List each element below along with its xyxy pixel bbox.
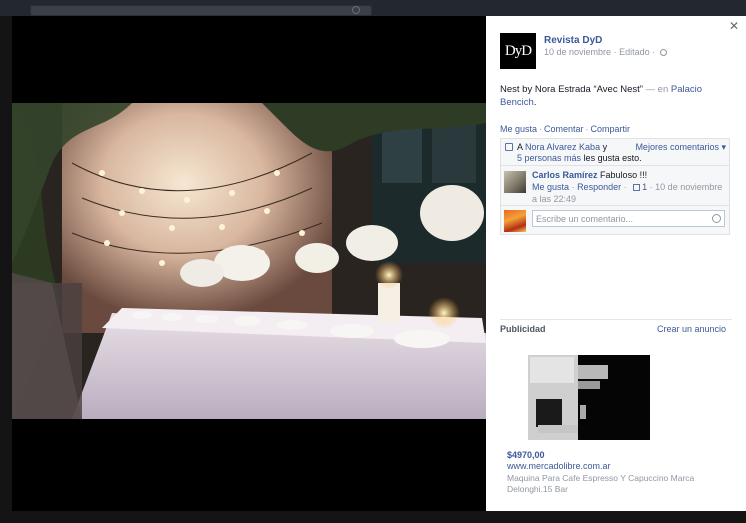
like-button[interactable]: Me gusta bbox=[500, 124, 537, 134]
comment-sort-dropdown[interactable]: Mejores comentarios ▾ bbox=[635, 142, 726, 153]
ads-divider bbox=[500, 319, 732, 320]
comment-button[interactable]: Comentar bbox=[544, 124, 584, 134]
ad-url[interactable]: www.mercadolibre.com.ar bbox=[507, 461, 611, 471]
create-ad-link[interactable]: Crear un anuncio bbox=[657, 324, 726, 334]
search-icon bbox=[352, 6, 360, 14]
sort-label: Mejores comentarios bbox=[635, 142, 719, 152]
photo-stage[interactable] bbox=[12, 16, 486, 511]
thumbs-up-icon bbox=[633, 184, 641, 191]
thumbs-up-icon bbox=[505, 143, 513, 151]
background-topbar bbox=[0, 0, 746, 16]
comment-text: Fabuloso !!! bbox=[600, 170, 648, 180]
comment-input[interactable] bbox=[532, 210, 725, 227]
location-prefix: — en bbox=[645, 84, 669, 95]
globe-icon[interactable] bbox=[659, 49, 667, 56]
comment-like-link[interactable]: Me gusta bbox=[532, 182, 569, 192]
event-photo[interactable] bbox=[12, 103, 486, 419]
ad-price[interactable]: $4970,00 bbox=[507, 450, 545, 460]
smiley-icon[interactable] bbox=[712, 214, 721, 223]
viewer-avatar bbox=[504, 210, 526, 232]
share-button[interactable]: Compartir bbox=[591, 124, 631, 134]
page-name-link[interactable]: Revista DyD bbox=[544, 35, 602, 46]
edited-label[interactable]: Editado bbox=[619, 47, 650, 57]
chevron-down-icon: ▾ bbox=[718, 142, 726, 152]
ads-title: Publicidad bbox=[500, 324, 546, 334]
commenter-avatar[interactable] bbox=[504, 171, 526, 193]
close-icon[interactable]: ✕ bbox=[729, 19, 739, 33]
reply-row bbox=[501, 206, 729, 234]
post-panel: ✕ DyD Revista DyD 10 de noviembre · Edit… bbox=[486, 16, 746, 511]
ad-image[interactable] bbox=[528, 355, 650, 440]
post-date[interactable]: 10 de noviembre bbox=[544, 47, 611, 57]
post-meta: 10 de noviembre · Editado · bbox=[544, 47, 667, 57]
likes-prefix: A bbox=[517, 142, 523, 152]
comment-item: Carlos Ramírez Fabuloso !!! Me gusta · R… bbox=[501, 166, 729, 206]
likes-summary: A Nora Alvarez Kaba y 5 personas más les… bbox=[501, 139, 729, 166]
page-logo[interactable]: DyD bbox=[500, 33, 536, 69]
ad-description[interactable]: Maquina Para Cafe Espresso Y Capuccino M… bbox=[507, 473, 732, 495]
feedback-box: A Nora Alvarez Kaba y 5 personas más les… bbox=[500, 138, 730, 235]
post-caption: Nest by Nora Estrada “Avec Nest” bbox=[500, 84, 643, 95]
likes-conj: y bbox=[602, 142, 608, 152]
liker-link[interactable]: Nora Alvarez Kaba bbox=[525, 142, 600, 152]
background-search-bar bbox=[30, 5, 372, 16]
likes-suffix: les gusta esto. bbox=[583, 153, 642, 163]
post-actions: Me gusta · Comentar · Compartir bbox=[500, 124, 631, 134]
comment-like-count[interactable]: 1 bbox=[642, 182, 647, 192]
post-text: Nest by Nora Estrada “Avec Nest” — en Pa… bbox=[500, 83, 732, 109]
post-period: . bbox=[533, 97, 537, 108]
others-likers-link[interactable]: 5 personas más bbox=[517, 153, 581, 163]
comment-author-link[interactable]: Carlos Ramírez bbox=[532, 170, 598, 180]
comment-reply-link[interactable]: Responder bbox=[577, 182, 621, 192]
